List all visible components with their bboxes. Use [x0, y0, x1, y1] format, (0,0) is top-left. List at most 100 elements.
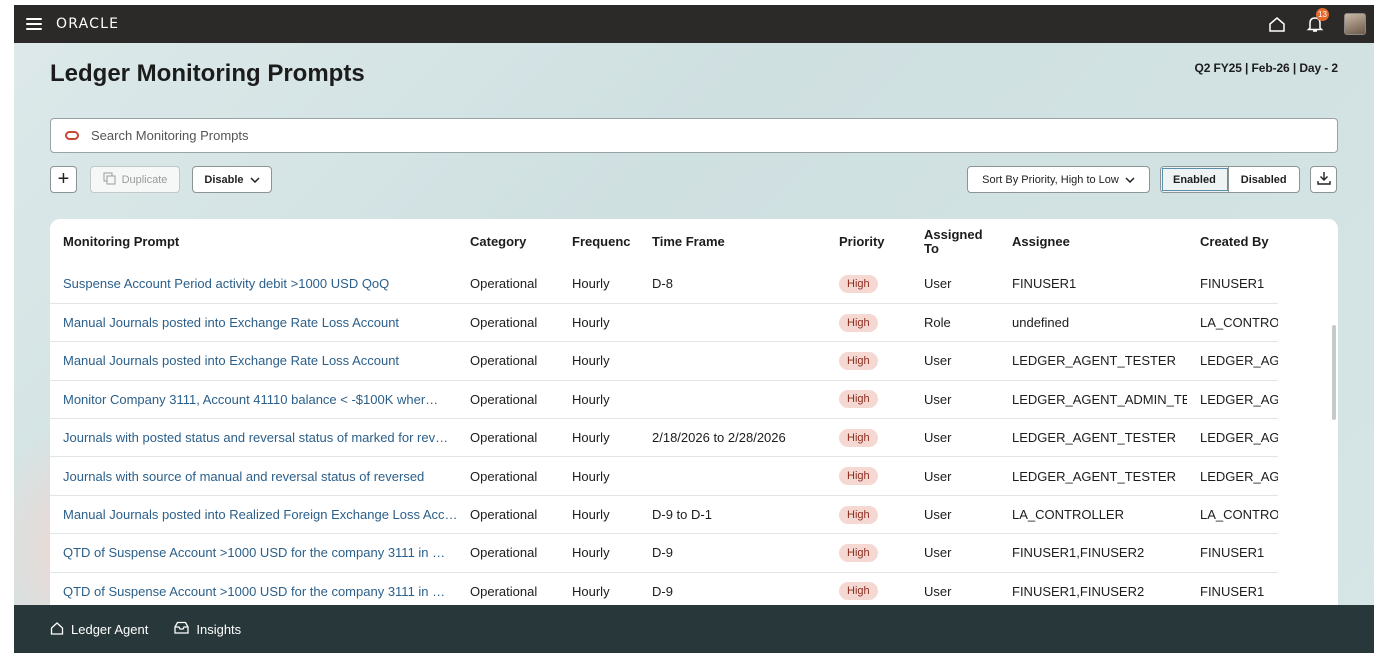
duplicate-button[interactable]: Duplicate: [90, 166, 180, 193]
column-header-assigned-to[interactable]: Assigned To: [911, 219, 999, 265]
menu-icon[interactable]: [26, 18, 42, 30]
search-input[interactable]: [91, 128, 1291, 143]
created-by-cell: LEDGER_AGE: [1187, 380, 1278, 420]
avatar[interactable]: [1344, 13, 1366, 35]
created-by-cell: LEDGER_AGE: [1187, 418, 1278, 458]
assignee-cell: LEDGER_AGENT_TESTER: [999, 456, 1187, 496]
column-header-category[interactable]: Category: [457, 219, 559, 265]
category-cell: Operational: [457, 495, 559, 535]
oracle-logo: ORACLE: [56, 16, 120, 32]
priority-badge: High: [839, 390, 878, 409]
column-header-frequency[interactable]: Frequenc: [559, 219, 639, 265]
column-header-created-by[interactable]: Created By: [1187, 219, 1278, 265]
time-frame-cell: [639, 380, 826, 420]
home-icon[interactable]: [1268, 15, 1286, 33]
prompt-cell[interactable]: Manual Journals posted into Realized For…: [50, 495, 457, 535]
fiscal-period: Q2 FY25 | Feb-26 | Day - 2: [1194, 61, 1338, 75]
assigned-to-cell: User: [911, 265, 999, 304]
column-header-priority[interactable]: Priority: [826, 219, 911, 265]
assigned-to-cell: User: [911, 380, 999, 420]
table-row[interactable]: Monitor Company 3111, Account 41110 bala…: [50, 380, 1278, 420]
inbox-icon: [174, 621, 190, 637]
priority-badge: High: [839, 467, 878, 486]
duplicate-icon: [103, 172, 116, 188]
search-bar[interactable]: [50, 118, 1338, 153]
created-by-cell: LEDGER_AGE: [1187, 456, 1278, 496]
assigned-to-cell: User: [911, 495, 999, 535]
priority-badge: High: [839, 505, 878, 524]
prompt-cell[interactable]: Manual Journals posted into Exchange Rat…: [50, 341, 457, 381]
priority-badge: High: [839, 313, 878, 332]
category-cell: Operational: [457, 341, 559, 381]
chevron-down-icon: [250, 174, 260, 186]
column-header-time-frame[interactable]: Time Frame: [639, 219, 826, 265]
created-by-cell: LA_CONTROL: [1187, 303, 1278, 343]
time-frame-cell: 2/18/2026 to 2/28/2026: [639, 418, 826, 458]
disabled-toggle[interactable]: Disabled: [1229, 167, 1299, 192]
search-icon: [65, 131, 79, 140]
table-row[interactable]: Journals with source of manual and rever…: [50, 456, 1278, 496]
column-header-prompt[interactable]: Monitoring Prompt: [50, 219, 457, 265]
table-header-row: Monitoring Prompt Category Frequenc Time…: [50, 219, 1278, 265]
priority-cell: High: [826, 495, 911, 535]
time-frame-cell: D-8: [639, 265, 826, 304]
category-cell: Operational: [457, 303, 559, 343]
download-button[interactable]: [1310, 166, 1337, 193]
disable-dropdown[interactable]: Disable: [192, 166, 272, 193]
top-bar: ORACLE 13: [14, 5, 1374, 43]
enabled-toggle[interactable]: Enabled: [1161, 167, 1229, 192]
assignee-cell: undefined: [999, 303, 1187, 343]
ledger-agent-nav[interactable]: Ledger Agent: [50, 621, 148, 638]
table-row[interactable]: Journals with posted status and reversal…: [50, 418, 1278, 458]
table-row[interactable]: Manual Journals posted into Exchange Rat…: [50, 303, 1278, 343]
created-by-cell: FINUSER1: [1187, 533, 1278, 573]
time-frame-cell: [639, 341, 826, 381]
assigned-to-cell: User: [911, 418, 999, 458]
priority-badge: High: [839, 582, 878, 601]
app-frame: ORACLE 13 Ledger Monitoring Prompts Q2 F…: [14, 5, 1374, 653]
prompt-cell[interactable]: Journals with posted status and reversal…: [50, 418, 457, 458]
table-row[interactable]: QTD of Suspense Account >1000 USD for th…: [50, 533, 1278, 573]
priority-cell: High: [826, 341, 911, 381]
prompts-table-card: Monitoring Prompt Category Frequenc Time…: [50, 219, 1338, 619]
prompt-cell[interactable]: Monitor Company 3111, Account 41110 bala…: [50, 380, 457, 420]
table-row[interactable]: Manual Journals posted into Exchange Rat…: [50, 341, 1278, 381]
frequency-cell: Hourly: [559, 380, 639, 420]
frequency-cell: Hourly: [559, 495, 639, 535]
ledger-agent-label: Ledger Agent: [71, 621, 149, 637]
home-icon: [50, 621, 64, 638]
notifications-button[interactable]: 13: [1306, 8, 1329, 33]
add-button[interactable]: +: [50, 166, 77, 193]
status-toggle: Enabled Disabled: [1160, 166, 1300, 193]
prompt-cell[interactable]: Suspense Account Period activity debit >…: [50, 265, 457, 304]
prompt-cell[interactable]: QTD of Suspense Account >1000 USD for th…: [50, 533, 457, 573]
frequency-cell: Hourly: [559, 456, 639, 496]
frequency-cell: Hourly: [559, 533, 639, 573]
priority-cell: High: [826, 533, 911, 573]
sort-dropdown[interactable]: Sort By Priority, High to Low: [967, 166, 1150, 193]
category-cell: Operational: [457, 533, 559, 573]
frequency-cell: Hourly: [559, 303, 639, 343]
assignee-cell: LEDGER_AGENT_TESTER: [999, 341, 1187, 381]
chevron-down-icon: [1125, 174, 1135, 186]
insights-nav[interactable]: Insights: [174, 621, 241, 637]
priority-badge: High: [839, 543, 878, 562]
column-header-assignee[interactable]: Assignee: [999, 219, 1187, 265]
time-frame-cell: D-9: [639, 533, 826, 573]
frequency-cell: Hourly: [559, 265, 639, 304]
insights-label: Insights: [196, 621, 242, 637]
assigned-to-cell: User: [911, 456, 999, 496]
duplicate-label: Duplicate: [121, 173, 168, 186]
table-row[interactable]: Suspense Account Period activity debit >…: [50, 265, 1278, 304]
time-frame-cell: D-9 to D-1: [639, 495, 826, 535]
category-cell: Operational: [457, 418, 559, 458]
table-scrollbar[interactable]: [1332, 325, 1336, 420]
priority-cell: High: [826, 303, 911, 343]
prompt-cell[interactable]: Manual Journals posted into Exchange Rat…: [50, 303, 457, 343]
time-frame-cell: [639, 456, 826, 496]
sort-label: Sort By Priority, High to Low: [982, 173, 1119, 186]
prompt-cell[interactable]: Journals with source of manual and rever…: [50, 456, 457, 496]
assignee-cell: FINUSER1: [999, 265, 1187, 304]
table-row[interactable]: Manual Journals posted into Realized For…: [50, 495, 1278, 535]
category-cell: Operational: [457, 265, 559, 304]
